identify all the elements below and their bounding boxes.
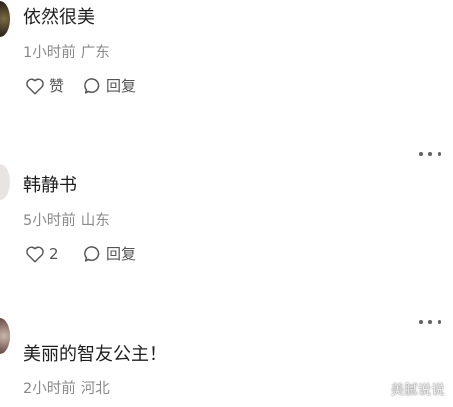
ellipsis-icon xyxy=(419,320,423,324)
comment-meta: 5小时前 山东 xyxy=(23,212,110,230)
comment-time: 5小时前 xyxy=(23,213,76,229)
comment-meta: 2小时前 河北 xyxy=(23,380,110,398)
ellipsis-dot xyxy=(428,152,432,156)
reply-button[interactable]: 回复 xyxy=(83,76,136,96)
avatar[interactable] xyxy=(0,318,10,354)
like-count: 2 xyxy=(49,245,59,263)
comment-time: 2小时前 xyxy=(23,381,76,397)
comment-location: 山东 xyxy=(80,213,110,229)
reply-label: 回复 xyxy=(106,77,137,95)
commenter-name[interactable]: 美丽的智友公主！ xyxy=(23,344,167,366)
comment-actions: 赞 回复 xyxy=(25,76,136,96)
like-button[interactable]: 2 xyxy=(25,244,69,264)
watermark: 美腻说说 xyxy=(390,383,445,398)
ellipsis-dot xyxy=(428,320,432,324)
comment-location: 广东 xyxy=(80,45,110,61)
comment-meta: 1小时前 广东 xyxy=(23,44,110,62)
commenter-name[interactable]: 依然很美 xyxy=(23,7,95,29)
more-options-button[interactable] xyxy=(419,150,441,158)
comment-actions: 2 回复 xyxy=(25,244,136,264)
ellipsis-dot xyxy=(437,320,441,324)
speech-bubble-icon xyxy=(83,77,102,95)
reply-button[interactable]: 回复 xyxy=(83,244,136,264)
comment-time: 1小时前 xyxy=(23,45,76,61)
avatar[interactable] xyxy=(0,1,10,37)
commenter-name[interactable]: 韩静书 xyxy=(23,175,77,197)
like-label: 赞 xyxy=(49,77,65,95)
like-button[interactable]: 赞 xyxy=(25,76,69,96)
avatar[interactable] xyxy=(0,164,10,200)
reply-label: 回复 xyxy=(106,245,137,263)
comment-location: 河北 xyxy=(80,381,110,397)
more-options-button[interactable] xyxy=(419,318,441,326)
heart-outline-icon xyxy=(25,245,45,263)
ellipsis-icon xyxy=(419,152,423,156)
speech-bubble-icon xyxy=(83,245,102,263)
heart-outline-icon xyxy=(25,77,45,95)
ellipsis-dot xyxy=(437,152,441,156)
